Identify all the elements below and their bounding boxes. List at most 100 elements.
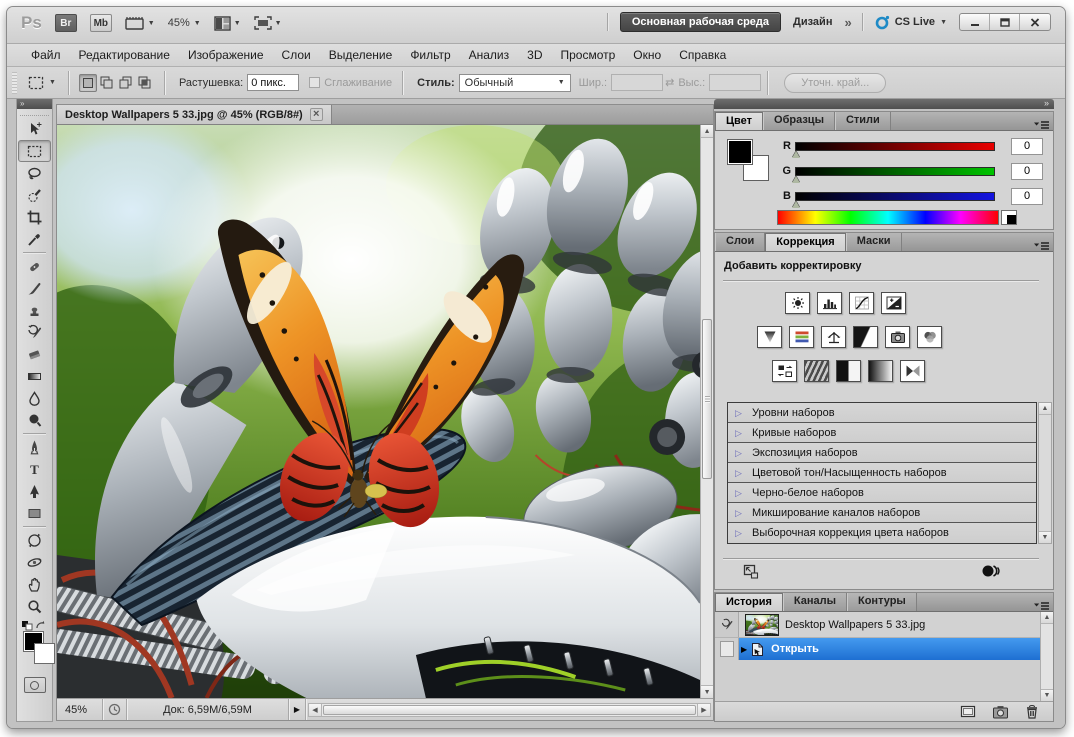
preset-group-levels[interactable]: ▷Уровни наборов <box>728 403 1036 423</box>
tools-drag-grip[interactable] <box>20 110 49 116</box>
canvas-image[interactable] <box>57 125 700 698</box>
history-brush-source-well[interactable] <box>715 612 739 637</box>
green-value-field[interactable]: 0 <box>1011 163 1043 180</box>
tool-rectangular-marquee[interactable] <box>18 140 51 162</box>
tab-history[interactable]: История <box>715 593 783 611</box>
arrange-documents-button[interactable]: ▼ <box>214 16 241 31</box>
document-tab-close-button[interactable]: × <box>310 108 323 121</box>
color-spectrum-ramp[interactable] <box>777 210 999 225</box>
switch-panel-view-button[interactable] <box>743 564 759 579</box>
tool-gradient[interactable] <box>17 365 52 387</box>
scroll-up-button[interactable]: ▲ <box>1039 403 1051 415</box>
minimize-button[interactable] <box>960 14 990 30</box>
blue-slider-thumb[interactable] <box>792 201 800 208</box>
swap-dimensions-button[interactable]: ⇄ <box>665 76 674 89</box>
vertical-scroll-thumb[interactable] <box>702 319 712 479</box>
status-zoom-field[interactable]: 45% <box>57 699 103 720</box>
vertical-scrollbar[interactable]: ▲ ▼ <box>700 125 713 698</box>
tool-brush[interactable] <box>17 277 52 299</box>
preset-group-channel-mixer[interactable]: ▷Микширование каналов наборов <box>728 503 1036 523</box>
tool-blur[interactable] <box>17 387 52 409</box>
scroll-down-button[interactable]: ▼ <box>1041 689 1053 701</box>
launch-bridge-button[interactable]: Br <box>55 14 77 32</box>
delete-state-button[interactable] <box>1025 704 1039 719</box>
black-white-ramp-end[interactable] <box>1001 210 1017 225</box>
tool-eyedropper[interactable] <box>17 228 52 250</box>
tool-history-brush[interactable] <box>17 321 52 343</box>
tab-paths[interactable]: Контуры <box>847 593 917 611</box>
tab-channels[interactable]: Каналы <box>783 593 847 611</box>
add-selection-button[interactable] <box>98 74 116 92</box>
black-white-button[interactable] <box>853 326 878 348</box>
tool-eraser[interactable] <box>17 343 52 365</box>
scroll-right-button[interactable]: ▶ <box>697 704 710 716</box>
clip-to-layer-button[interactable] <box>981 564 1001 578</box>
scroll-left-button[interactable]: ◀ <box>309 704 322 716</box>
menu-select[interactable]: Выделение <box>320 44 402 66</box>
scroll-down-button[interactable]: ▼ <box>701 685 713 698</box>
new-document-from-state-button[interactable] <box>960 705 976 718</box>
tool-3d-object-rotate[interactable] <box>17 529 52 551</box>
threshold-button[interactable] <box>836 360 861 382</box>
options-grip[interactable] <box>12 72 17 94</box>
history-scrollbar[interactable]: ▲ ▼ <box>1040 612 1053 701</box>
preset-group-black-white[interactable]: ▷Черно-белое наборов <box>728 483 1036 503</box>
restore-button[interactable] <box>990 14 1020 30</box>
cs-live-button[interactable]: CS Live ▼ <box>875 15 947 30</box>
red-value-field[interactable]: 0 <box>1011 138 1043 155</box>
green-slider[interactable] <box>795 167 995 176</box>
levels-button[interactable] <box>817 292 842 314</box>
tool-rectangle[interactable] <box>17 502 52 524</box>
close-button[interactable] <box>1020 14 1050 30</box>
tab-adjustments[interactable]: Коррекция <box>765 233 845 251</box>
view-extras-button[interactable]: ▼ <box>125 16 155 31</box>
preset-group-selective-color[interactable]: ▷Выборочная коррекция цвета наборов <box>728 523 1036 543</box>
menu-file[interactable]: Файл <box>22 44 70 66</box>
tool-pen[interactable] <box>17 436 52 458</box>
refine-edge-button[interactable]: Уточн. край... <box>784 73 886 93</box>
horizontal-scroll-thumb[interactable] <box>323 705 696 715</box>
menu-edit[interactable]: Редактирование <box>70 44 179 66</box>
horizontal-scrollbar[interactable]: ◀ ▶ <box>308 703 711 717</box>
menu-layers[interactable]: Слои <box>273 44 320 66</box>
tool-crop[interactable] <box>17 206 52 228</box>
preset-group-exposure[interactable]: ▷Экспозиция наборов <box>728 443 1036 463</box>
tool-type[interactable]: T <box>17 458 52 480</box>
gradient-map-button[interactable] <box>868 360 893 382</box>
exposure-button[interactable] <box>881 292 906 314</box>
menu-view[interactable]: Просмотр <box>551 44 624 66</box>
menu-analysis[interactable]: Анализ <box>460 44 519 66</box>
tools-collapse-strip[interactable]: » <box>17 99 52 109</box>
red-slider[interactable] <box>795 142 995 151</box>
workspace-primary-button[interactable]: Основная рабочая среда <box>620 12 781 32</box>
tool-path-selection[interactable] <box>17 480 52 502</box>
blue-value-field[interactable]: 0 <box>1011 188 1043 205</box>
presets-scrollbar[interactable]: ▲ ▼ <box>1038 402 1052 544</box>
workspace-overflow-button[interactable]: » <box>844 15 849 30</box>
status-doc-size[interactable]: Док: 6,59М/6,59М <box>127 699 289 720</box>
tab-masks[interactable]: Маски <box>846 233 902 251</box>
screen-mode-button[interactable]: ▼ <box>254 16 282 30</box>
swap-colors-button[interactable] <box>17 619 52 631</box>
tool-3d-camera-orbit[interactable] <box>17 551 52 573</box>
dock-collapse-strip[interactable]: » <box>714 99 1054 109</box>
menu-filter[interactable]: Фильтр <box>401 44 459 66</box>
new-selection-button[interactable] <box>79 74 97 92</box>
menu-3d[interactable]: 3D <box>518 44 551 66</box>
launch-mini-bridge-button[interactable]: Mb <box>90 14 112 32</box>
menu-image[interactable]: Изображение <box>179 44 273 66</box>
vibrance-button[interactable] <box>757 326 782 348</box>
history-state-row-selected[interactable]: ▶ Открыть <box>715 638 1040 660</box>
selective-color-button[interactable] <box>900 360 925 382</box>
tool-move[interactable] <box>17 118 52 140</box>
photo-filter-button[interactable] <box>885 326 910 348</box>
blue-slider[interactable] <box>795 192 995 201</box>
scroll-up-button[interactable]: ▲ <box>701 125 713 138</box>
tool-preset-picker[interactable]: ▼ <box>21 75 62 91</box>
background-color-swatch[interactable] <box>34 643 55 664</box>
tool-lasso[interactable] <box>17 162 52 184</box>
tab-styles[interactable]: Стили <box>835 112 891 130</box>
tool-quick-selection[interactable] <box>17 184 52 206</box>
scroll-up-button[interactable]: ▲ <box>1041 612 1053 624</box>
subtract-selection-button[interactable] <box>117 74 135 92</box>
